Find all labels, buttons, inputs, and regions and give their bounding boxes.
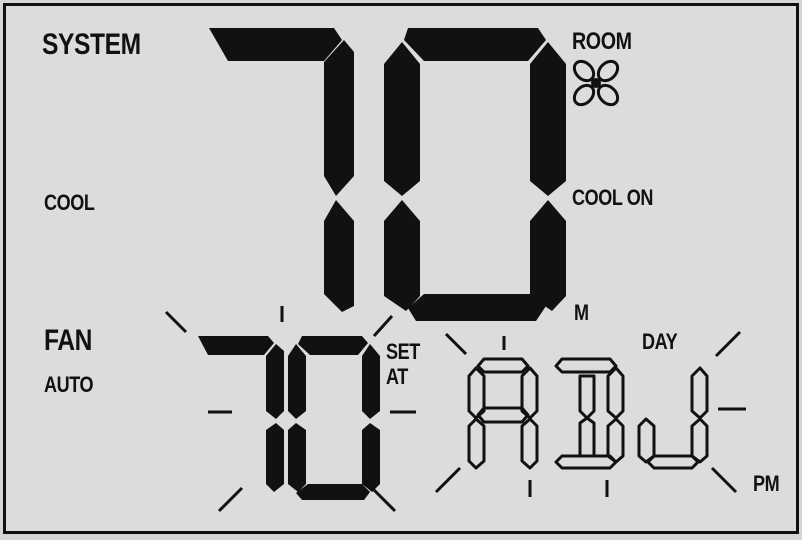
- room-temperature-display: [209, 28, 566, 321]
- set-temperature-digit-7: [198, 336, 284, 492]
- message-char-a: [467, 357, 539, 470]
- room-temperature-digit-7: [209, 28, 354, 312]
- thermostat-lcd: SYSTEM ROOM COOL COOL ON M FAN AUTO SET …: [3, 3, 799, 534]
- room-temperature-digit-0: [384, 28, 566, 321]
- message-display: [467, 357, 709, 470]
- message-char-j: [637, 366, 709, 470]
- message-char-d: [554, 357, 625, 470]
- set-temperature-digit-0: [288, 336, 380, 500]
- fan-icon: [572, 59, 620, 107]
- set-temperature-display: [198, 336, 380, 500]
